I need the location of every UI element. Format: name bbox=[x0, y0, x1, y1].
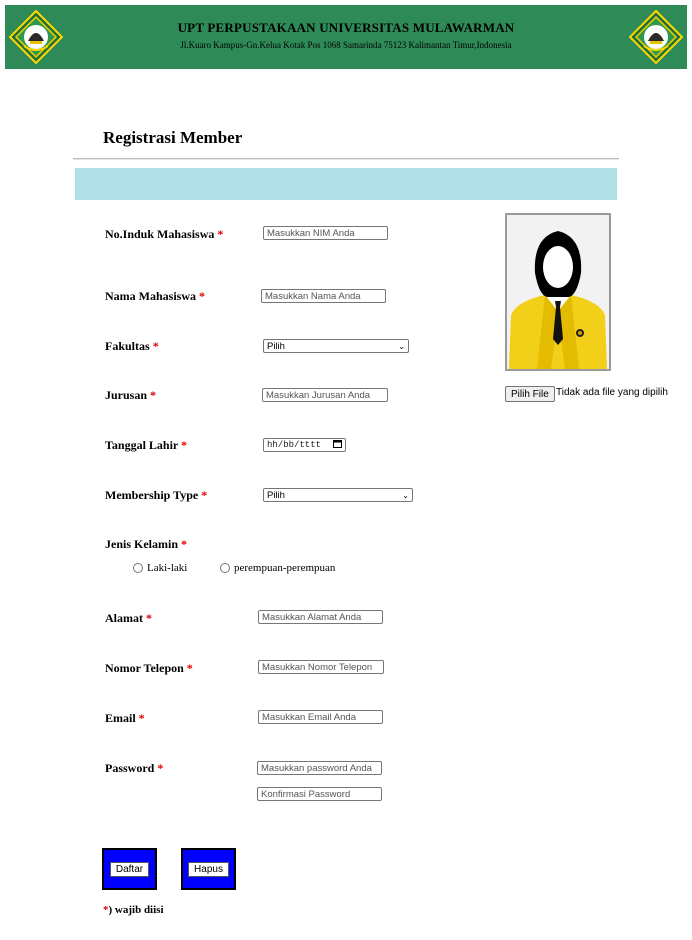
reset-button-frame: Hapus bbox=[181, 848, 236, 890]
gender-option-label: perempuan-perempuan bbox=[234, 562, 336, 574]
tanggal-lahir-label: Tanggal Lahir * bbox=[105, 438, 188, 452]
alamat-input[interactable] bbox=[258, 610, 383, 624]
university-emblem-icon bbox=[8, 9, 64, 65]
gender-label: Jenis Kelamin * bbox=[105, 537, 188, 551]
alamat-label: Alamat * bbox=[105, 611, 152, 625]
jurusan-input[interactable] bbox=[262, 388, 388, 402]
email-input[interactable] bbox=[258, 710, 383, 724]
calendar-icon[interactable] bbox=[333, 439, 342, 451]
university-emblem-icon bbox=[628, 9, 684, 65]
fakultas-select[interactable]: Pilih ⌄ bbox=[263, 339, 409, 353]
nim-label: No.Induk Mahasiswa * bbox=[105, 227, 224, 241]
hapus-button[interactable]: Hapus bbox=[188, 861, 229, 877]
header-address: Jl.Kuaro Kampus-Gn.Kelua Kotak Pos 1068 … bbox=[180, 40, 512, 50]
tanggal-lahir-input[interactable]: hh/bb/tttt bbox=[263, 438, 346, 452]
chevron-down-icon: ⌄ bbox=[398, 341, 405, 351]
confirm-password-input[interactable] bbox=[257, 787, 382, 801]
telepon-input[interactable] bbox=[258, 660, 384, 674]
title-divider bbox=[73, 158, 619, 160]
membership-select[interactable]: Pilih ⌄ bbox=[263, 488, 413, 502]
gender-radio-laki[interactable] bbox=[133, 563, 143, 573]
profile-photo bbox=[505, 213, 611, 371]
email-label: Email * bbox=[105, 711, 145, 725]
chevron-down-icon: ⌄ bbox=[402, 490, 409, 500]
info-bar bbox=[75, 168, 617, 200]
nama-input[interactable] bbox=[261, 289, 386, 303]
nim-input[interactable] bbox=[263, 226, 388, 240]
header-title: UPT PERPUSTAKAAN UNIVERSITAS MULAWARMAN bbox=[177, 20, 515, 35]
page-header: UPT PERPUSTAKAAN UNIVERSITAS MULAWARMAN … bbox=[5, 5, 687, 69]
submit-button-frame: Daftar bbox=[102, 848, 157, 890]
password-input[interactable] bbox=[257, 761, 382, 775]
gender-radio-perempuan[interactable] bbox=[220, 563, 230, 573]
required-note: *) wajib diisi bbox=[103, 904, 164, 916]
fakultas-label: Fakultas * bbox=[105, 339, 159, 353]
jurusan-label: Jurusan * bbox=[105, 388, 157, 402]
form-title: Registrasi Member bbox=[103, 128, 243, 147]
gender-option-label: Laki-laki bbox=[147, 562, 188, 574]
choose-file-button[interactable]: Pilih File bbox=[505, 386, 555, 402]
daftar-button[interactable]: Daftar bbox=[109, 861, 150, 877]
password-label: Password * bbox=[105, 761, 164, 775]
file-status: Tidak ada file yang dipilih bbox=[556, 387, 668, 398]
telepon-label: Nomor Telepon * bbox=[105, 661, 193, 675]
nama-label: Nama Mahasiswa * bbox=[105, 289, 206, 303]
membership-label: Membership Type * bbox=[105, 488, 208, 502]
